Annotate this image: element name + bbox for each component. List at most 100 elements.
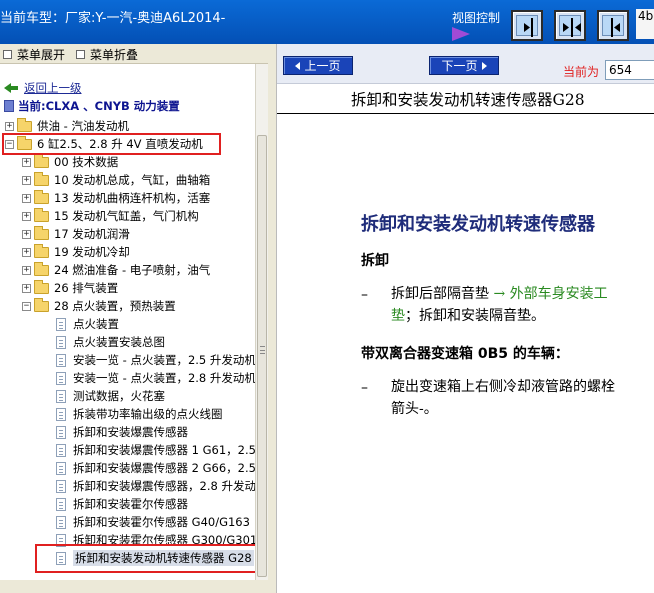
folder-icon <box>34 171 49 186</box>
tree-item-label: 拆卸和安装爆震传感器 1 G61，2.5 <box>73 443 255 457</box>
previous-page-label: 上一页 <box>304 59 341 73</box>
expand-toggle-icon[interactable]: + <box>5 121 14 131</box>
tree-doc-item[interactable]: 拆卸和安装爆震传感器，2.8 升发动机 <box>56 477 255 495</box>
document-icon <box>56 461 66 475</box>
step-text-pre: 拆卸后部隔音垫 <box>391 286 494 302</box>
page-navigation-bar: 上一页 下一页 当前为 <box>277 44 654 84</box>
tree-doc-item[interactable]: 拆卸和安装爆震传感器 <box>56 423 188 441</box>
folder-icon <box>34 189 49 204</box>
tree-item[interactable]: + 17 发动机润滑 <box>22 225 130 243</box>
expand-toggle-icon[interactable]: + <box>22 175 31 185</box>
expand-toggle-icon[interactable]: + <box>22 265 31 275</box>
view-control-arrow-icon[interactable] <box>452 27 470 41</box>
tree-item[interactable]: + 15 发动机气缸盖，气门机构 <box>22 207 199 225</box>
document-icon <box>56 425 66 439</box>
next-page-button[interactable]: 下一页 <box>429 56 499 75</box>
document-title: 拆卸和安装发动机转速传感器 <box>361 214 595 235</box>
expand-icon <box>3 50 12 59</box>
split-view-icon <box>563 18 581 37</box>
document-tree: 返回上一级 当前:CLXA 、CNYB 动力装置 + 供油 - 汽油发动机 − … <box>0 64 255 580</box>
document-icon <box>56 389 66 403</box>
section-heading-removal: 拆卸 <box>361 253 389 269</box>
folder-icon <box>34 207 49 222</box>
folder-icon <box>34 225 49 240</box>
folder-open-icon <box>34 297 49 312</box>
back-arrow-icon <box>4 83 18 93</box>
current-node: 当前:CLXA 、CNYB 动力装置 <box>4 97 180 115</box>
expand-toggle-icon[interactable]: + <box>22 193 31 203</box>
tree-doc-item[interactable]: 拆装带功率输出级的点火线圈 <box>56 405 223 423</box>
tree-item[interactable]: + 26 排气装置 <box>22 279 118 297</box>
back-link-label: 返回上一级 <box>24 81 82 95</box>
tree-item-label: 17 发动机润滑 <box>54 227 130 241</box>
view-split-pane-button[interactable] <box>554 10 586 41</box>
tree-item-label: 00 技术数据 <box>54 155 119 169</box>
tree-item[interactable]: − 28 点火装置，预热装置 <box>22 297 176 315</box>
highlight-box <box>35 544 255 573</box>
step-dash: – <box>361 287 368 303</box>
collapse-right-icon <box>611 18 620 37</box>
tree-doc-item[interactable]: 拆卸和安装爆震传感器 1 G61，2.5 <box>56 441 255 459</box>
previous-page-button[interactable]: 上一页 <box>283 56 353 75</box>
tree-item-label: 拆装带功率输出级的点火线圈 <box>73 407 223 421</box>
view-left-pane-button[interactable] <box>511 10 543 41</box>
expand-toggle-icon[interactable]: + <box>22 247 31 257</box>
cross-reference-link[interactable]: 垫 <box>391 308 405 324</box>
tree-item-label: 24 燃油准备 - 电子喷射，油气 <box>54 263 211 277</box>
document-viewer: 上一页 下一页 当前为 拆卸和安装发动机转速传感器G28 拆卸和安装发动机转速传… <box>276 44 654 593</box>
folder-icon <box>17 117 32 132</box>
tree-item-label: 点火装置安装总图 <box>73 335 165 349</box>
collapse-menu-label: 菜单折叠 <box>90 48 139 62</box>
tree-doc-item[interactable]: 安装一览 - 点火装置，2.5 升发动机 <box>56 351 255 369</box>
current-node-label: 当前:CLXA 、CNYB 动力装置 <box>18 99 180 113</box>
tree-scrollbar[interactable] <box>255 64 268 580</box>
tree-doc-item[interactable]: 测试数据，火花塞 <box>56 387 165 405</box>
top-right-edge-text: 4b <box>636 9 654 39</box>
expand-toggle-icon[interactable]: + <box>22 211 31 221</box>
scrollbar-thumb[interactable] <box>257 135 267 577</box>
cross-reference-link[interactable]: → 外部车身安装工 <box>493 286 607 302</box>
tree-item[interactable]: + 19 发动机冷却 <box>22 243 130 261</box>
folder-icon <box>34 279 49 294</box>
document-icon <box>56 515 66 529</box>
expand-toggle-icon[interactable]: + <box>22 283 31 293</box>
section-heading-vehicle: 带双离合器变速箱 0B5 的车辆： <box>361 346 569 362</box>
expand-toggle-icon[interactable]: + <box>22 229 31 239</box>
left-navigation-panel: 菜单展开 菜单折叠 返回上一级 当前:CLXA 、CNYB 动力装置 + 供油 … <box>0 44 268 580</box>
tree-item-label: 点火装置 <box>73 317 119 331</box>
tree-doc-item[interactable]: 点火装置 <box>56 315 119 333</box>
tree-item[interactable]: + 13 发动机曲柄连杆机构，活塞 <box>22 189 210 207</box>
app-window: 当前车型：厂家:Y-一汽-奥迪A6L2014- 视图控制 4b 菜单展开 菜单折… <box>0 0 654 593</box>
back-link[interactable]: 返回上一级 <box>4 79 82 97</box>
tree-item[interactable]: + 24 燃油准备 - 电子喷射，油气 <box>22 261 210 279</box>
collapse-toggle-icon[interactable]: − <box>22 301 31 311</box>
tree-item[interactable]: + 10 发动机总成，气缸，曲轴箱 <box>22 171 210 189</box>
document-icon <box>56 497 66 511</box>
current-vehicle-label: 当前车型：厂家:Y-一汽-奥迪A6L2014- <box>0 11 226 26</box>
tree-doc-item[interactable]: 拆卸和安装霍尔传感器 G40/G163 <box>56 513 250 531</box>
expand-menu-label: 菜单展开 <box>17 48 66 62</box>
tree-item-label: 拆卸和安装爆震传感器 2 G66，2.5 <box>73 461 255 475</box>
collapse-menu-button[interactable]: 菜单折叠 <box>76 46 138 63</box>
expand-menu-button[interactable]: 菜单展开 <box>3 46 65 63</box>
step-text-rest: ；拆卸和安装隔音垫。 <box>405 308 545 324</box>
highlight-box <box>2 133 221 155</box>
view-right-pane-button[interactable] <box>597 10 629 41</box>
document-header: 拆卸和安装发动机转速传感器G28 <box>351 91 585 109</box>
tree-toolbar: 菜单展开 菜单折叠 <box>0 44 268 64</box>
expand-toggle-icon[interactable]: + <box>22 157 31 167</box>
tree-doc-item[interactable]: 安装一览 - 点火装置，2.8 升发动机 <box>56 369 255 387</box>
tree-item-label: 26 排气装置 <box>54 281 119 295</box>
tree-item-label: 13 发动机曲柄连杆机构，活塞 <box>54 191 211 205</box>
document-content: 拆卸和安装发动机转速传感器G28 拆卸和安装发动机转速传感器 拆卸 – 拆卸后部… <box>277 84 654 593</box>
document-icon <box>56 371 66 385</box>
page-number-input[interactable] <box>605 60 654 80</box>
tree-item-label: 拆卸和安装霍尔传感器 G40/G163 <box>73 515 250 529</box>
tree-doc-item[interactable]: 拆卸和安装爆震传感器 2 G66，2.5 <box>56 459 255 477</box>
tree-item-label: 拆卸和安装霍尔传感器 <box>73 497 188 511</box>
tree-item[interactable]: + 00 技术数据 <box>22 153 118 171</box>
tree-item-label: 10 发动机总成，气缸，曲轴箱 <box>54 173 211 187</box>
document-icon <box>56 353 66 367</box>
tree-doc-item[interactable]: 拆卸和安装霍尔传感器 <box>56 495 188 513</box>
tree-doc-item[interactable]: 点火装置安装总图 <box>56 333 165 351</box>
